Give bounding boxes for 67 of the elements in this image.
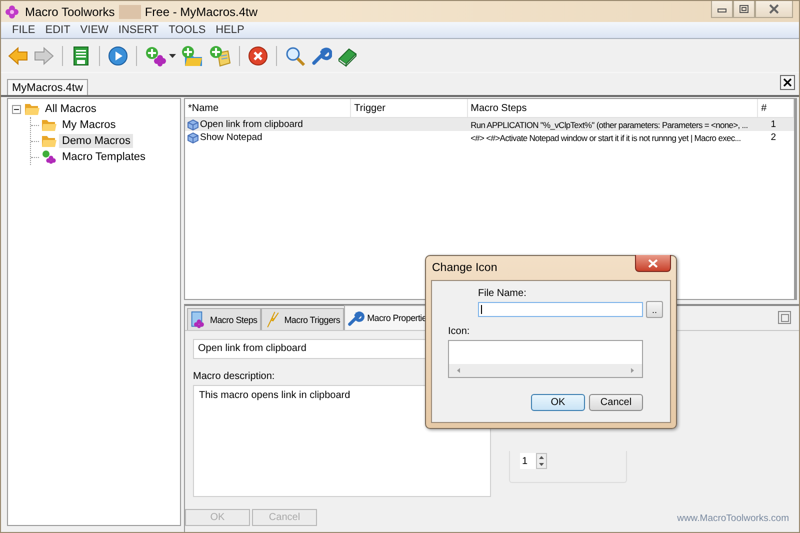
folder-icon bbox=[41, 134, 57, 148]
caret-icon[interactable] bbox=[169, 54, 176, 58]
maximize-button[interactable] bbox=[733, 1, 755, 18]
tree-item[interactable]: My Macros bbox=[59, 118, 119, 132]
collapse-icon[interactable] bbox=[12, 104, 21, 114]
back-arrow-icon[interactable] bbox=[7, 44, 29, 66]
close-icon bbox=[648, 258, 658, 268]
close-icon bbox=[768, 4, 780, 14]
menu-item[interactable]: HELP bbox=[210, 24, 250, 36]
column-header[interactable]: # bbox=[758, 99, 794, 117]
tree-item[interactable]: Macro Templates bbox=[59, 150, 149, 164]
column-header[interactable]: *Name bbox=[185, 99, 352, 117]
folder-icon bbox=[41, 118, 57, 132]
table-cell-text: 1 bbox=[770, 119, 777, 130]
number-spinner[interactable]: 1 bbox=[520, 453, 547, 469]
wrench-icon bbox=[347, 309, 366, 327]
table-cell: Show Notepad bbox=[200, 132, 262, 143]
add-flower-icon[interactable] bbox=[144, 44, 168, 66]
table-row[interactable]: Show Notepad <#> <#>Activate Notepad window or start it if it is not runnng yet | Macro exec... 2 bbox=[185, 131, 794, 144]
down-arrow-icon[interactable] bbox=[536, 461, 546, 468]
menu-item[interactable]: FILE bbox=[7, 24, 40, 36]
minimize-button[interactable] bbox=[711, 1, 733, 18]
window-title: Macro Toolworks bbox=[25, 4, 115, 18]
flower-icon bbox=[5, 4, 19, 18]
menu-item[interactable]: VIEW bbox=[75, 24, 114, 36]
description-field[interactable]: This macro opens link in clipboard bbox=[193, 385, 491, 497]
column-header[interactable]: Trigger bbox=[351, 99, 468, 117]
dialog-button[interactable]: Cancel bbox=[589, 394, 643, 411]
window-title: Free - MyMacros.4tw bbox=[144, 4, 258, 18]
flower-icon bbox=[41, 150, 57, 164]
table-cell-text: <#> <#>Activate Notepad window or start it if it is not runnng yet | Macro exec... bbox=[470, 132, 742, 142]
tab[interactable]: Macro Triggers bbox=[261, 308, 344, 330]
close-button[interactable] bbox=[635, 255, 671, 272]
close-icon bbox=[783, 78, 792, 87]
menu-item[interactable]: EDIT bbox=[40, 24, 76, 36]
menu-item[interactable]: TOOLS bbox=[164, 24, 211, 36]
search-icon[interactable] bbox=[284, 44, 306, 66]
menu-item[interactable]: INSERT bbox=[113, 24, 164, 36]
delete-icon[interactable] bbox=[247, 44, 269, 66]
table-cell-text: Run APPLICATION "%_vClpText%" (other parameters: Parameters = <none>, ... bbox=[470, 120, 749, 130]
file-name-label: File Name: bbox=[478, 288, 528, 299]
blurred-area bbox=[118, 4, 141, 18]
browse-button[interactable]: .. bbox=[646, 301, 663, 318]
tree-item[interactable]: Demo Macros bbox=[59, 134, 134, 148]
wrench-icon[interactable] bbox=[310, 44, 332, 66]
icon-list[interactable] bbox=[448, 340, 643, 378]
table-cell-text: 2 bbox=[770, 132, 777, 143]
dialog-title: Change Icon bbox=[431, 262, 498, 274]
play-icon[interactable] bbox=[107, 44, 129, 66]
cube-icon bbox=[187, 132, 199, 144]
tree-item[interactable]: All Macros bbox=[42, 102, 100, 116]
folder-icon bbox=[24, 102, 40, 116]
table-cell: Open link from clipboard bbox=[200, 119, 303, 130]
file-name-field[interactable] bbox=[478, 302, 643, 317]
icon-label: Icon: bbox=[448, 326, 471, 337]
description-label: Macro description: bbox=[193, 371, 276, 382]
add-document-icon[interactable] bbox=[208, 44, 232, 66]
tab[interactable]: Macro Steps bbox=[187, 308, 262, 330]
column-header[interactable]: Macro Steps bbox=[468, 99, 758, 117]
up-arrow-icon[interactable] bbox=[536, 454, 546, 461]
close-button[interactable] bbox=[780, 75, 795, 90]
table-row[interactable]: Open link from clipboard Run APPLICATION "%_vClpText%" (other parameters: Parameters = <none>, ... 1 bbox=[185, 118, 794, 131]
restore-icon bbox=[739, 5, 749, 13]
restore-icon[interactable] bbox=[778, 311, 791, 324]
document-tab[interactable]: MyMacros.4tw bbox=[7, 79, 88, 95]
cube-icon bbox=[187, 118, 199, 130]
dialog-button[interactable]: OK bbox=[531, 394, 585, 411]
